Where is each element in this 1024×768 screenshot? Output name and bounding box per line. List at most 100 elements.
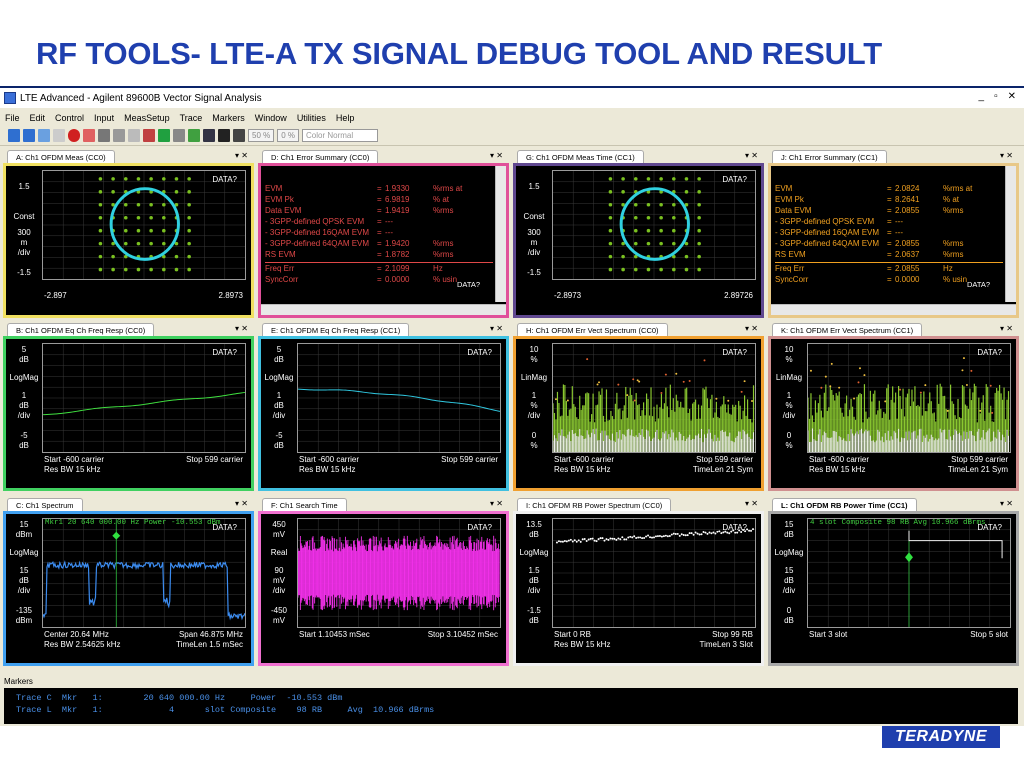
zoom-x-field[interactable]: 50 % (248, 129, 275, 142)
menu-control[interactable]: Control (50, 113, 89, 123)
trace-icon[interactable] (188, 129, 200, 142)
y-scale: 1.5 (528, 566, 540, 575)
scrollbar-horizontal[interactable] (771, 304, 1016, 315)
rb-point (559, 540, 562, 543)
display-icon[interactable] (218, 129, 230, 142)
color-icon[interactable] (203, 129, 215, 142)
pane-f[interactable]: F: Ch1 Search Time ▾ ✕ 450 mV Real 90 mV/div… (258, 498, 509, 666)
summary-value: 1.9420 (385, 239, 410, 248)
pane-controls-icon[interactable]: ▾ ✕ (1000, 151, 1013, 160)
pane-controls-icon[interactable]: ▾ ✕ (745, 324, 758, 333)
zoom-y-field[interactable]: 0 % (277, 129, 300, 142)
scrollbar-vertical[interactable] (1005, 166, 1016, 302)
pane-tab[interactable]: H: Ch1 OFDM Err Vect Spectrum (CC0) (517, 323, 668, 336)
data-indicator: DATA? (722, 523, 747, 532)
pane-controls-icon[interactable]: ▾ ✕ (1000, 324, 1013, 333)
grid-icon[interactable] (113, 129, 125, 142)
pane-tab[interactable]: C: Ch1 Spectrum (7, 498, 83, 511)
pane-k[interactable]: K: Ch1 OFDM Err Vect Spectrum (CC1) ▾ ✕ … (768, 323, 1019, 491)
menu-help[interactable]: Help (331, 113, 360, 123)
pane-controls-icon[interactable]: ▾ ✕ (745, 151, 758, 160)
rb-point (708, 531, 711, 534)
rb-point (607, 538, 610, 541)
close-icon[interactable]: ✕ (1008, 91, 1016, 102)
pane-tab[interactable]: A: Ch1 OFDM Meas (CC0) (7, 150, 115, 163)
pane-i[interactable]: I: Ch1 OFDM RB Power Spectrum (CC0) ▾ ✕ … (513, 498, 764, 666)
pane-controls-icon[interactable]: ▾ ✕ (490, 151, 503, 160)
pause-icon[interactable] (23, 129, 35, 142)
constellation-point (608, 177, 613, 181)
pane-controls-icon[interactable]: ▾ ✕ (490, 324, 503, 333)
pane-tab[interactable]: K: Ch1 OFDM Err Vect Spectrum (CC1) (772, 323, 923, 336)
summary-row: EVM = 1.9330 %rms at (265, 183, 493, 194)
pane-controls-icon[interactable]: ▾ ✕ (490, 499, 503, 508)
pane-controls-icon[interactable]: ▾ ✕ (1000, 499, 1013, 508)
menu-input[interactable]: Input (89, 113, 119, 123)
constellation-point (621, 177, 625, 181)
fullscreen-icon[interactable] (233, 129, 245, 142)
pane-c[interactable]: C: Ch1 Spectrum ▾ ✕ 15 dBm LogMag 15 dB/div -… (3, 498, 254, 666)
pane-tab[interactable]: D: Ch1 Error Summary (CC0) (262, 150, 379, 163)
pane-tab[interactable]: G: Ch1 OFDM Meas Time (CC1) (517, 150, 644, 163)
summary-value: 0.0000 (385, 275, 410, 284)
pane-l[interactable]: L: Ch1 OFDM RB Power Time (CC1) ▾ ✕ 15 dB… (768, 498, 1019, 666)
menu-window[interactable]: Window (250, 113, 292, 123)
summary-eq: = (377, 250, 382, 259)
y-bottom: -1.5 (527, 606, 541, 615)
layout-icon[interactable] (98, 129, 110, 142)
rb-point (704, 531, 707, 534)
pane-h[interactable]: H: Ch1 OFDM Err Vect Spectrum (CC0) ▾ ✕ … (513, 323, 764, 491)
menu-utilities[interactable]: Utilities (292, 113, 331, 123)
summary-value: 1.8782 (385, 250, 410, 259)
peak-icon[interactable] (158, 129, 170, 142)
minimize-icon[interactable]: _ (979, 91, 985, 102)
pane-tab[interactable]: B: Ch1 OFDM Eq Ch Freq Resp (CC0) (7, 323, 155, 336)
step-icon[interactable] (38, 129, 50, 142)
ref-icon[interactable] (173, 129, 185, 142)
record-icon[interactable] (68, 129, 80, 142)
pane-e[interactable]: E: Ch1 OFDM Eq Ch Freq Resp (CC1) ▾ ✕ 5d… (258, 323, 509, 491)
pane-tab[interactable]: J: Ch1 Error Summary (CC1) (772, 150, 887, 163)
summary-eq: = (377, 275, 382, 284)
constellation-point (187, 254, 191, 259)
menu-trace[interactable]: Trace (175, 113, 208, 123)
maximize-icon[interactable]: ▫ (994, 91, 998, 102)
pane-j[interactable]: J: Ch1 Error Summary (CC1) ▾ ✕ EVM = 2.082… (768, 150, 1019, 318)
pane-tab[interactable]: I: Ch1 OFDM RB Power Spectrum (CC0) (517, 498, 672, 511)
summary-value: 6.9819 (385, 195, 410, 204)
pane-controls-icon[interactable]: ▾ ✕ (235, 324, 248, 333)
constellation-point (162, 215, 166, 220)
scrollbar-vertical[interactable] (495, 166, 506, 302)
menu-file[interactable]: File (0, 113, 25, 123)
x-stop: Stop 599 carrier (441, 455, 498, 464)
constellation-point (187, 215, 191, 220)
pane-d[interactable]: D: Ch1 Error Summary (CC0) ▾ ✕ EVM = 1.933… (258, 150, 509, 318)
pane-controls-icon[interactable]: ▾ ✕ (745, 499, 758, 508)
pane-tab[interactable]: F: Ch1 Search Time (262, 498, 347, 511)
color-scheme-select[interactable]: Color Normal (302, 129, 379, 142)
scrollbar-horizontal[interactable] (261, 304, 506, 315)
pane-tab[interactable]: E: Ch1 OFDM Eq Ch Freq Resp (CC1) (262, 323, 410, 336)
play-icon[interactable] (8, 129, 20, 142)
pane-a[interactable]: A: Ch1 OFDM Meas (CC0) ▾ ✕ 1.5 Const 300… (3, 150, 254, 318)
pane-controls-icon[interactable]: ▾ ✕ (235, 151, 248, 160)
marker-row[interactable]: Trace L Mkr 1: 4 slot Composite 98 RB Av… (16, 704, 1018, 716)
rb-point (615, 538, 618, 541)
menu-meassetup[interactable]: MeasSetup (119, 113, 175, 123)
pane-b[interactable]: B: Ch1 OFDM Eq Ch Freq Resp (CC0) ▾ ✕ 5d… (3, 323, 254, 491)
marker-row[interactable]: Trace C Mkr 1: 20 640 000.00 Hz Power -1… (16, 692, 1018, 704)
restart-icon[interactable] (53, 129, 65, 142)
y-div: /div (272, 411, 286, 420)
pointer-icon[interactable] (128, 129, 140, 142)
rb-point (561, 540, 564, 543)
pane-tab[interactable]: L: Ch1 OFDM RB Power Time (CC1) (772, 498, 917, 511)
pane-controls-icon[interactable]: ▾ ✕ (235, 499, 248, 508)
marker-icon[interactable] (143, 129, 155, 142)
menu-edit[interactable]: Edit (25, 113, 51, 123)
pane-g[interactable]: G: Ch1 OFDM Meas Time (CC1) ▾ ✕ 1.5 Cons… (513, 150, 764, 318)
menu-markers[interactable]: Markers (207, 113, 250, 123)
window-titlebar[interactable]: LTE Advanced - Agilent 89600B Vector Sig… (0, 88, 1024, 108)
constellation-point (646, 177, 651, 181)
constellation-point (621, 254, 625, 259)
save-icon[interactable] (83, 129, 95, 142)
